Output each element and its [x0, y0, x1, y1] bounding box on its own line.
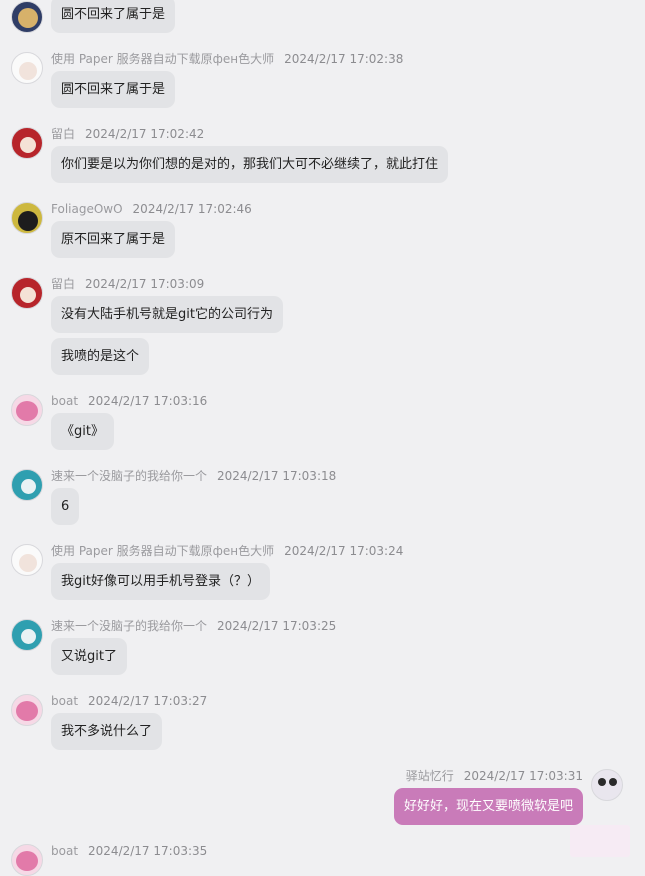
message-bubble[interactable]: 你们要是以为你们想的是对的，那我们大可不必继续了，就此打住: [51, 146, 449, 183]
message-bubble[interactable]: 好好好，现在又要喷微软是吧: [393, 788, 583, 825]
message-meta: 速来一个没脑子的我给你一个 2024/2/17 17:03:18: [51, 468, 336, 484]
sender-name[interactable]: boat: [51, 394, 78, 408]
avatar[interactable]: [11, 1, 43, 33]
sender-name[interactable]: boat: [51, 694, 78, 708]
message-bubble[interactable]: 6: [51, 488, 80, 525]
message-bubble[interactable]: 我不多说什么了: [51, 713, 163, 750]
message-bubble[interactable]: 原不回来了属于是: [51, 221, 176, 258]
timestamp: 2024/2/17 17:03:27: [88, 694, 208, 708]
timestamp: 2024/2/17 17:03:31: [463, 769, 583, 783]
message-meta: 使用 Paper 服务器自动下载原фен色大师 2024/2/17 17:02:3…: [51, 51, 403, 67]
timestamp: 2024/2/17 17:03:25: [217, 619, 337, 633]
message-meta: 驿站忆行 2024/2/17 17:03:31: [406, 768, 583, 784]
message-meta: 使用 Paper 服务器自动下载原фен色大师 2024/2/17 17:03:2…: [51, 543, 403, 559]
message-meta: 留白 2024/2/17 17:02:42: [51, 126, 204, 142]
avatar[interactable]: [11, 694, 43, 726]
message-meta: FoliageOwO 2024/2/17 17:02:46: [51, 201, 252, 217]
sender-name[interactable]: 速来一个没脑子的我给你一个: [51, 619, 207, 633]
chat-message-list[interactable]: 圆不回来了属于是 使用 Paper 服务器自动下载原фен色大师 2024/2/1…: [0, 0, 645, 876]
timestamp: 2024/2/17 17:03:16: [88, 394, 208, 408]
avatar[interactable]: [11, 277, 43, 309]
timestamp: 2024/2/17 17:03:09: [85, 277, 205, 291]
message-bubble[interactable]: 圆不回来了属于是: [51, 71, 176, 108]
message-meta: boat 2024/2/17 17:03:27: [51, 693, 207, 709]
message-meta: 留白 2024/2/17 17:03:09: [51, 276, 204, 292]
message-bubble[interactable]: 我git好像可以用手机号登录（？）: [51, 563, 270, 600]
sender-name[interactable]: 留白: [51, 277, 75, 291]
avatar[interactable]: [11, 202, 43, 234]
timestamp: 2024/2/17 17:03:24: [284, 544, 404, 558]
message-bubble[interactable]: 没有大陆手机号就是git它的公司行为: [51, 296, 283, 333]
message-bubble[interactable]: 圆不回来了属于是: [51, 0, 176, 33]
avatar[interactable]: [11, 127, 43, 159]
avatar[interactable]: [11, 394, 43, 426]
sender-name[interactable]: FoliageOwO: [51, 202, 123, 216]
timestamp: 2024/2/17 17:02:46: [132, 202, 252, 216]
sender-name[interactable]: 驿站忆行: [406, 769, 454, 783]
avatar[interactable]: [11, 844, 43, 876]
avatar[interactable]: [591, 769, 623, 801]
avatar[interactable]: [11, 469, 43, 501]
message-meta: 速来一个没脑子的我给你一个 2024/2/17 17:03:25: [51, 618, 336, 634]
timestamp: 2024/2/17 17:03:18: [217, 469, 337, 483]
sender-name[interactable]: 速来一个没脑子的我给你一个: [51, 469, 207, 483]
faded-overlay: [570, 825, 630, 857]
message-meta: boat 2024/2/17 17:03:16: [51, 393, 207, 409]
sender-name[interactable]: boat: [51, 844, 78, 858]
avatar[interactable]: [11, 544, 43, 576]
timestamp: 2024/2/17 17:03:35: [88, 844, 208, 858]
sender-name[interactable]: 使用 Paper 服务器自动下载原фен色大师: [51, 52, 274, 66]
message-bubble[interactable]: 《git》: [51, 413, 114, 450]
sender-name[interactable]: 使用 Paper 服务器自动下载原фен色大师: [51, 544, 274, 558]
avatar[interactable]: [11, 619, 43, 651]
avatar[interactable]: [11, 52, 43, 84]
sender-name[interactable]: 留白: [51, 127, 75, 141]
message-bubble[interactable]: 我喷的是这个: [51, 338, 150, 375]
timestamp: 2024/2/17 17:02:42: [85, 127, 205, 141]
message-bubble[interactable]: 又说git了: [51, 638, 127, 675]
timestamp: 2024/2/17 17:02:38: [284, 52, 404, 66]
